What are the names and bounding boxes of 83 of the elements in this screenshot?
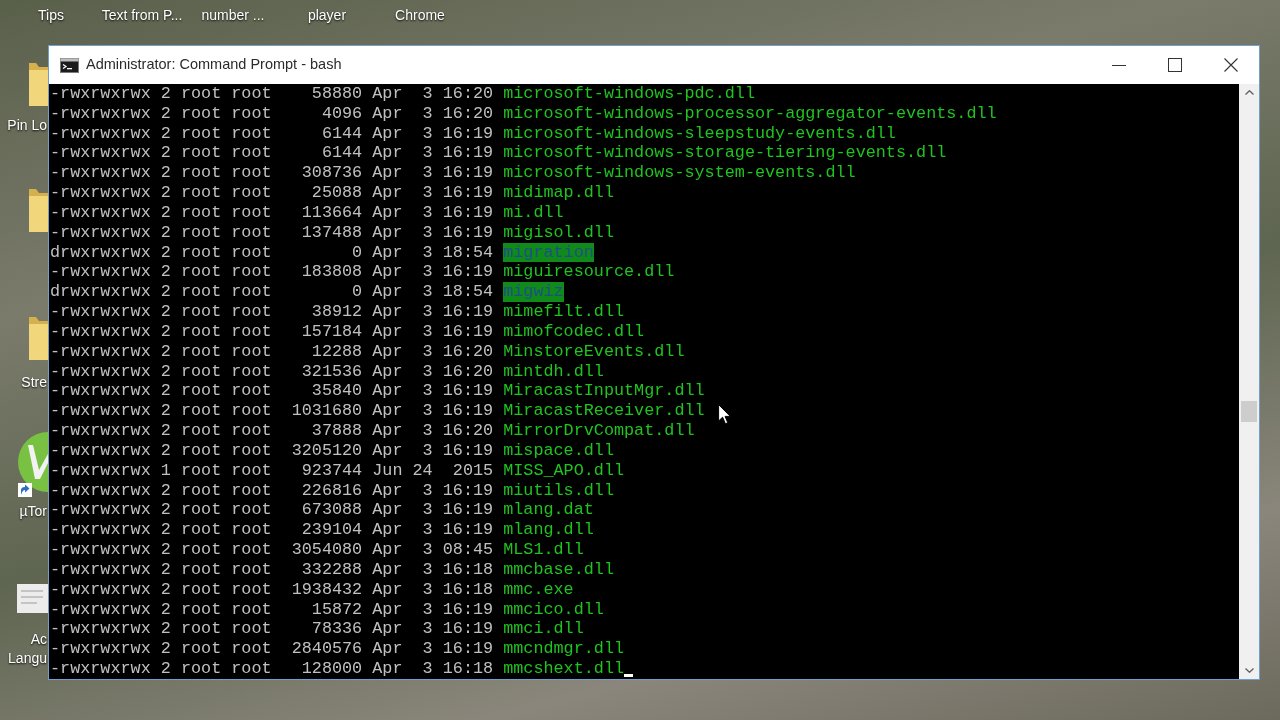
desktop-icon-label: number ...: [201, 6, 265, 25]
file-name: miguiresource.dll: [503, 262, 675, 283]
file-details: -rwxrwxrwx 2 root root 12288 Apr 3 16:20: [50, 341, 494, 362]
file-details: drwxrwxrwx 2 root root 0 Apr 3 18:54: [50, 242, 494, 263]
minimize-icon: [1112, 64, 1126, 66]
file-details: -rwxrwxrwx 2 root root 239104 Apr 3 16:19: [50, 520, 494, 541]
desktop-icon-label: player: [307, 6, 347, 25]
file-name: MLS1.dll: [503, 540, 584, 560]
maximize-icon: [1168, 58, 1182, 72]
vertical-scrollbar[interactable]: [1239, 84, 1259, 679]
mouse-pointer-icon: [718, 404, 731, 425]
file-name: mmc.exe: [503, 579, 574, 600]
file-details: -rwxrwxrwx 2 root root 1031680 Apr 3 16:19: [50, 401, 494, 422]
chevron-up-icon: [1244, 90, 1254, 95]
file-details: -rwxrwxrwx 2 root root 157184 Apr 3 16:19: [50, 321, 494, 342]
file-name: migisol.dll: [503, 222, 614, 243]
desktop-icon-label: Chrome: [395, 6, 445, 25]
file-name: mlang.dll: [503, 520, 594, 541]
desktop-icon-label: µTor: [19, 502, 47, 521]
file-name: mmcndmgr.dll: [503, 639, 625, 659]
console-icon: [60, 57, 79, 73]
folder-icon[interactable]: [29, 314, 48, 360]
file-details: -rwxrwxrwx 2 root root 37888 Apr 3 16:20: [50, 421, 494, 441]
desktop-icon-label: Text from P...: [101, 6, 183, 25]
file-name: microsoft-windows-processor-aggregator-events.dll: [503, 103, 997, 124]
file-name: mmcbase.dll: [503, 559, 614, 580]
desktop-icon-label: Tips: [38, 6, 64, 25]
directory-name: migration: [503, 242, 594, 263]
desktop-icon-label: Ac: [30, 630, 47, 649]
file-name: mispace.dll: [503, 440, 614, 461]
scrollbar-thumb[interactable]: [1241, 401, 1257, 422]
file-details: -rwxrwxrwx 2 root root 25088 Apr 3 16:19: [50, 183, 494, 203]
window-title: Administrator: Command Prompt - bash: [86, 55, 342, 75]
file-details: -rwxrwxrwx 2 root root 38912 Apr 3 16:19: [50, 302, 494, 322]
file-name: mintdh.dll: [503, 361, 604, 382]
file-name: mlang.dat: [503, 500, 594, 521]
file-details: -rwxrwxrwx 2 root root 183808 Apr 3 16:19: [50, 262, 494, 283]
file-details: -rwxrwxrwx 2 root root 1938432 Apr 3 16:18: [50, 579, 494, 600]
file-name: microsoft-windows-storage-tiering-events.dll: [503, 143, 947, 164]
file-details: -rwxrwxrwx 2 root root 226816 Apr 3 16:19: [50, 480, 494, 501]
file-details: -rwxrwxrwx 1 root root 923744 Jun 24 2015: [50, 460, 494, 481]
file-name: mimefilt.dll: [503, 302, 625, 322]
file-name: MiracastInputMgr.dll: [503, 381, 705, 402]
file-details: -rwxrwxrwx 2 root root 2840576 Apr 3 16:19: [50, 639, 494, 659]
file-details: -rwxrwxrwx 2 root root 332288 Apr 3 16:18: [50, 559, 494, 580]
close-icon: [1224, 58, 1238, 72]
folder-icon[interactable]: [29, 60, 48, 106]
file-details: -rwxrwxrwx 2 root root 78336 Apr 3 16:19: [50, 619, 494, 640]
file-name: microsoft-windows-pdc.dll: [503, 84, 755, 104]
file-name: MiracastReceiver.dll: [503, 401, 705, 422]
file-details: drwxrwxrwx 2 root root 0 Apr 3 18:54: [50, 282, 494, 303]
file-name: microsoft-windows-system-events.dll: [503, 163, 856, 184]
file-name: mmcshext.dll: [503, 659, 625, 679]
file-details: -rwxrwxrwx 2 root root 128000 Apr 3 16:18: [50, 659, 494, 679]
file-name: mmci.dll: [503, 619, 584, 640]
file-details: -rwxrwxrwx 2 root root 4096 Apr 3 16:20: [50, 103, 494, 124]
file-name: miutils.dll: [503, 480, 614, 501]
file-details: -rwxrwxrwx 2 root root 137488 Apr 3 16:19: [50, 222, 494, 243]
file-details: -rwxrwxrwx 2 root root 3054080 Apr 3 08:45: [50, 540, 494, 560]
file-details: -rwxrwxrwx 2 root root 6144 Apr 3 16:19: [50, 123, 494, 144]
file-details: -rwxrwxrwx 2 root root 58880 Apr 3 16:20: [50, 84, 494, 104]
file-name: mi.dll: [503, 202, 564, 223]
file-details: -rwxrwxrwx 2 root root 308736 Apr 3 16:19: [50, 163, 494, 184]
file-details: -rwxrwxrwx 2 root root 673088 Apr 3 16:19: [50, 500, 494, 521]
file-name: MISS_APO.dll: [503, 460, 625, 481]
file-name: mimofcodec.dll: [503, 321, 645, 342]
file-details: -rwxrwxrwx 2 root root 113664 Apr 3 16:19: [50, 202, 494, 223]
file-name: microsoft-windows-sleepstudy-events.dll: [503, 123, 896, 144]
file-details: -rwxrwxrwx 2 root root 6144 Apr 3 16:19: [50, 143, 494, 164]
file-name: MinstoreEvents.dll: [503, 341, 685, 362]
file-details: -rwxrwxrwx 2 root root 3205120 Apr 3 16:19: [50, 440, 494, 461]
chevron-down-icon: [1244, 668, 1254, 673]
directory-name: migwiz: [503, 282, 564, 303]
file-details: -rwxrwxrwx 2 root root 15872 Apr 3 16:19: [50, 599, 494, 620]
desktop-icon-label: Stre: [21, 373, 47, 392]
file-details: -rwxrwxrwx 2 root root 35840 Apr 3 16:19: [50, 381, 494, 402]
folder-icon[interactable]: [29, 186, 48, 232]
file-details: -rwxrwxrwx 2 root root 321536 Apr 3 16:20: [50, 361, 494, 382]
desktop-icon-label: Langu: [8, 649, 47, 668]
desktop-icon-label: Pin Lo: [7, 116, 47, 135]
file-name: MirrorDrvCompat.dll: [503, 421, 695, 441]
file-name: midimap.dll: [503, 183, 614, 203]
file-name: mmcico.dll: [503, 599, 604, 620]
